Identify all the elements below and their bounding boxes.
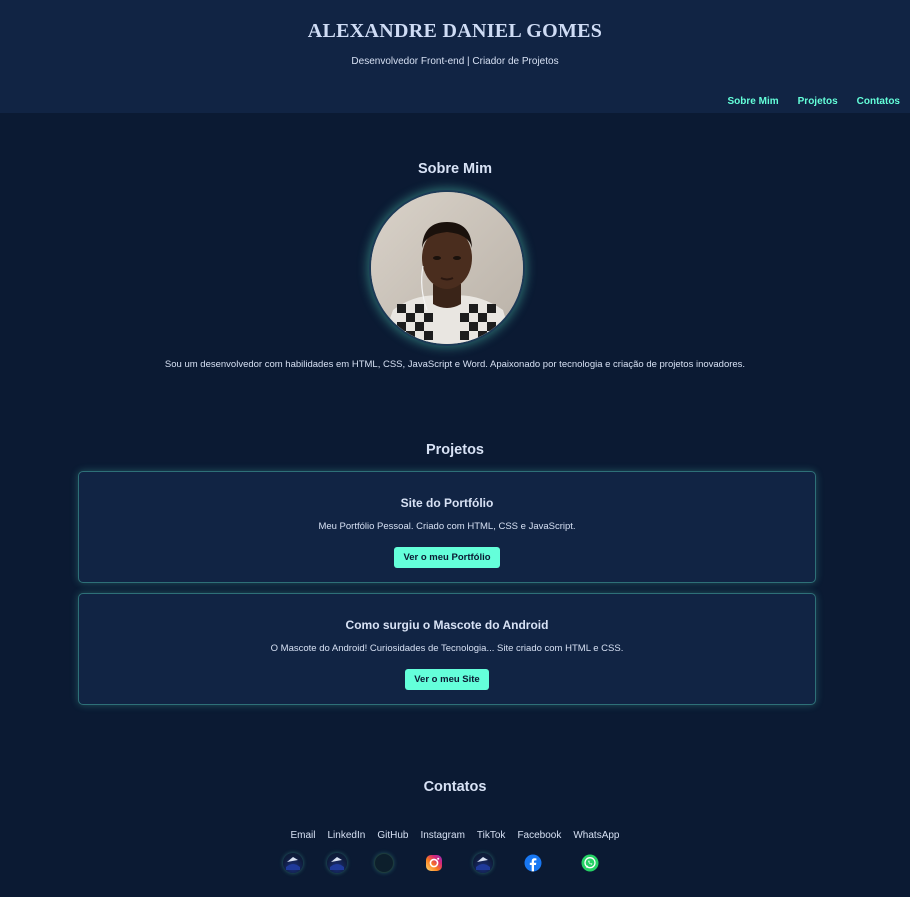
main-nav: Sobre Mim Projetos Contatos (728, 96, 900, 107)
site-subtitle: Desenvolvedor Front-end | Criador de Pro… (351, 56, 559, 67)
nav-link-projetos[interactable]: Projetos (798, 96, 838, 107)
contact-link-instagram[interactable]: Instagram (420, 830, 464, 841)
linkedin-broken-image-icon[interactable] (327, 853, 347, 873)
github-icon[interactable] (374, 853, 394, 873)
nav-link-sobre-mim[interactable]: Sobre Mim (728, 96, 779, 107)
contact-link-github[interactable]: GitHub (377, 830, 408, 841)
facebook-icon[interactable] (523, 853, 543, 873)
whatsapp-icon[interactable] (580, 853, 600, 873)
profile-photo-illustration (371, 192, 523, 344)
site-title: ALEXANDRE DANIEL GOMES (307, 20, 603, 42)
contact-link-tiktok[interactable]: TikTok (477, 830, 506, 841)
projects-heading: Projetos (425, 442, 484, 458)
site-header: ALEXANDRE DANIEL GOMES Desenvolvedor Fro… (0, 0, 910, 113)
contact-link-facebook[interactable]: Facebook (517, 830, 561, 841)
project-description: O Mascote do Android! Curiosidades de Te… (270, 643, 624, 654)
project-title: Como surgiu o Mascote do Android (345, 618, 549, 632)
nav-link-contatos[interactable]: Contatos (857, 96, 900, 107)
project-card: Site do Portfólio Meu Portfólio Pessoal.… (78, 471, 816, 583)
about-heading: Sobre Mim (417, 161, 493, 177)
project-card: Como surgiu o Mascote do Android O Masco… (78, 593, 816, 705)
contact-link-linkedin[interactable]: LinkedIn (328, 830, 366, 841)
view-site-button[interactable]: Ver o meu Site (405, 669, 489, 690)
contact-link-email[interactable]: Email (290, 830, 315, 841)
project-description: Meu Portfólio Pessoal. Criado com HTML, … (318, 521, 576, 532)
email-broken-image-icon[interactable] (283, 853, 303, 873)
instagram-icon[interactable] (424, 853, 444, 873)
about-description: Sou um desenvolvedor com habilidades em … (164, 359, 746, 370)
view-portfolio-button[interactable]: Ver o meu Portfólio (394, 547, 500, 568)
project-title: Site do Portfólio (400, 496, 494, 510)
contacts-heading: Contatos (423, 779, 487, 795)
profile-photo (369, 190, 525, 346)
tiktok-broken-image-icon[interactable] (473, 853, 493, 873)
contact-link-whatsapp[interactable]: WhatsApp (573, 830, 619, 841)
contacts-links: Email LinkedIn GitHub Instagram TikTok F… (0, 830, 910, 841)
